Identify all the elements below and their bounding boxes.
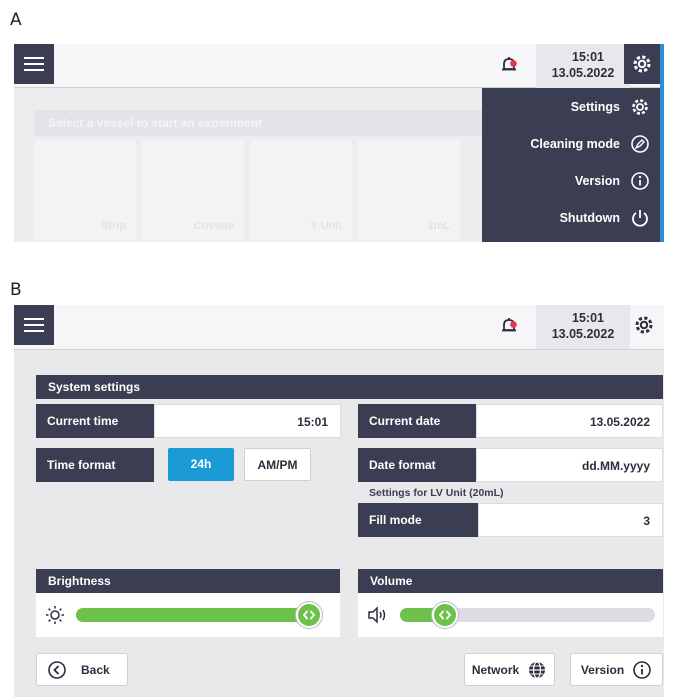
volume-slider-handle[interactable] [432,602,459,628]
back-button-label: Back [81,662,110,677]
time-format-ampm-button[interactable]: AM/PM [244,448,311,481]
menu-item-shutdown[interactable]: Shutdown [482,199,660,236]
lv-unit-note: Settings for LV Unit (20mL) [369,487,504,499]
panel-label-a: A [10,10,22,30]
back-arrow-icon [48,660,66,679]
gear-icon [632,98,648,115]
settings-gear-icon[interactable] [624,44,660,84]
vessel-tile-label: Y Unit [310,220,342,232]
brightness-slider-handle[interactable] [296,602,322,628]
date-format-label: Date format [358,448,476,482]
bell-alert-icon[interactable] [494,311,524,341]
menu-icon[interactable] [14,305,54,345]
vessel-tile-label: 1mL [427,220,450,232]
current-date-label: Current date [358,404,476,438]
volume-panel [358,593,663,637]
network-button[interactable]: Network [464,653,555,686]
cleaning-icon [631,134,649,153]
settings-menu: Settings Cleaning mode Version Shutdown [482,88,660,242]
vessel-tile-cuvette[interactable]: Cuvette [142,140,244,240]
clock-date: 13.05.2022 [551,66,615,80]
top-bar: 15:01 13.05.2022 [14,44,660,88]
power-icon [632,209,648,227]
fill-mode-label: Fill mode [358,503,478,537]
current-date-value[interactable]: 13.05.2022 [476,404,663,438]
time-format-label: Time format [36,448,154,482]
speaker-icon [368,606,386,624]
vessel-tile-label: Strip [100,220,126,232]
clock-date: 13.05.2022 [551,327,615,341]
date-format-value[interactable]: dd.MM.yyyy [476,448,663,482]
time-format-24h-button[interactable]: 24h [168,448,234,481]
menu-item-label: Shutdown [559,210,620,225]
arrows-icon [302,610,316,620]
background-banner: Select a vessel to start an experiment [34,110,484,136]
menu-item-settings[interactable]: Settings [482,88,660,125]
fill-mode-value[interactable]: 3 [478,503,663,537]
version-button[interactable]: Version [570,653,663,686]
current-time-value[interactable]: 15:01 [154,404,341,438]
menu-item-version[interactable]: Version [482,162,660,199]
top-bar: 15:01 13.05.2022 [14,305,664,350]
panel-label-b: B [10,280,22,300]
version-button-label: Version [580,662,625,677]
menu-item-label: Cleaning mode [530,136,620,151]
volume-header: Volume [358,569,663,593]
bell-alert-icon[interactable] [494,50,524,80]
brightness-header: Brightness [36,569,340,593]
vessel-tile-y-unit[interactable]: Y Unit [250,140,352,240]
info-icon [631,171,649,190]
menu-item-cleaning-mode[interactable]: Cleaning mode [482,125,660,162]
info-icon [633,660,651,679]
clock-display: 15:01 13.05.2022 [536,44,630,88]
current-time-label: Current time [36,404,154,438]
clock-time: 15:01 [572,311,604,325]
brightness-panel [36,593,340,637]
sun-icon [46,606,64,624]
clock-time: 15:01 [572,50,604,64]
arrows-icon [438,610,452,620]
menu-item-label: Version [574,173,620,188]
screen-a: 15:01 13.05.2022 Select a vessel to star… [14,44,664,242]
vessel-tile-strip[interactable]: Strip [34,140,136,240]
vessel-tiles: Strip Cuvette Y Unit 1mL [34,140,494,240]
clock-display: 15:01 13.05.2022 [536,305,630,349]
vessel-tile-1ml[interactable]: 1mL [358,140,460,240]
menu-item-label: Settings [570,99,620,114]
brightness-slider-fill [76,608,309,622]
vessel-tile-label: Cuvette [193,220,234,232]
back-button[interactable]: Back [36,653,128,686]
system-settings-header: System settings [36,375,663,399]
menu-icon[interactable] [14,44,54,84]
settings-gear-icon[interactable] [626,305,662,345]
network-button-label: Network [471,662,520,677]
globe-icon [529,660,546,679]
screen-b: 15:01 13.05.2022 System settings Current… [14,305,664,697]
